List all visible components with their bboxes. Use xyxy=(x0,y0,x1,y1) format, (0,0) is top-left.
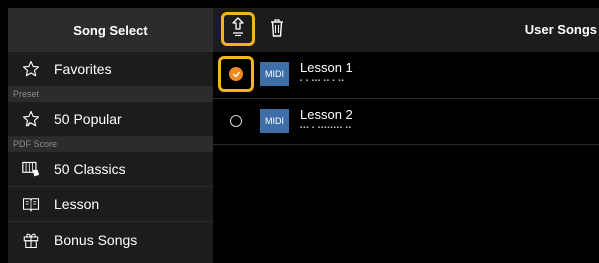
sidebar-section-preset: Preset xyxy=(8,87,213,102)
sidebar-item-label: 50 Popular xyxy=(54,111,122,127)
piano-hand-icon xyxy=(20,158,42,180)
delete-button[interactable] xyxy=(265,16,289,44)
sidebar-item-label: 50 Classics xyxy=(54,161,126,177)
song-subtitle: ▪ ▪ ▪▪▪ ▪▪ ▪ ▪▪ xyxy=(300,78,345,84)
sidebar-item-label: Lesson xyxy=(54,196,100,212)
checkmark-icon xyxy=(229,67,243,81)
song-list: MIDI Lesson 1 ▪ ▪ ▪▪▪ ▪▪ ▪ ▪▪ MIDI Lesso… xyxy=(213,52,599,145)
sidebar-item-50-popular[interactable]: 50 Popular xyxy=(8,102,213,137)
song-subtitle: ▪▪▪ ▪ ▪▪▪▪▪▪▪▪ ▪▪ xyxy=(300,125,352,131)
sidebar-title: Song Select xyxy=(8,8,213,52)
select-checkbox[interactable] xyxy=(218,56,254,92)
select-checkbox[interactable] xyxy=(230,115,242,127)
midi-badge: MIDI xyxy=(260,109,289,133)
star-burst-icon xyxy=(20,108,42,130)
list-item[interactable]: MIDI Lesson 1 ▪ ▪ ▪▪▪ ▪▪ ▪ ▪▪ xyxy=(213,52,599,99)
sidebar-item-lesson[interactable]: Lesson xyxy=(8,187,213,222)
gift-icon xyxy=(20,229,42,251)
sidebar-section-pdf-score: PDF Score xyxy=(8,137,213,152)
sidebar-item-50-classics[interactable]: 50 Classics xyxy=(8,152,213,187)
page-title: User Songs xyxy=(524,22,597,37)
star-icon xyxy=(20,58,42,80)
upload-button[interactable] xyxy=(221,12,255,46)
trash-icon xyxy=(270,18,284,42)
list-item[interactable]: MIDI Lesson 2 ▪▪▪ ▪ ▪▪▪▪▪▪▪▪ ▪▪ xyxy=(213,99,599,145)
toolbar: User Songs xyxy=(213,8,599,52)
midi-badge: MIDI xyxy=(260,62,289,86)
song-title: Lesson 2 xyxy=(300,107,353,122)
song-title: Lesson 1 xyxy=(300,60,353,75)
song-select-sidebar: Song Select Favorites Preset 50 Popular … xyxy=(8,8,213,263)
sidebar-item-favorites[interactable]: Favorites xyxy=(8,52,213,87)
sidebar-item-bonus-songs[interactable]: Bonus Songs xyxy=(8,222,213,257)
upload-icon xyxy=(231,16,245,42)
sidebar-item-label: Bonus Songs xyxy=(54,231,138,248)
book-icon xyxy=(20,193,42,215)
sidebar-item-label: Favorites xyxy=(54,61,112,77)
